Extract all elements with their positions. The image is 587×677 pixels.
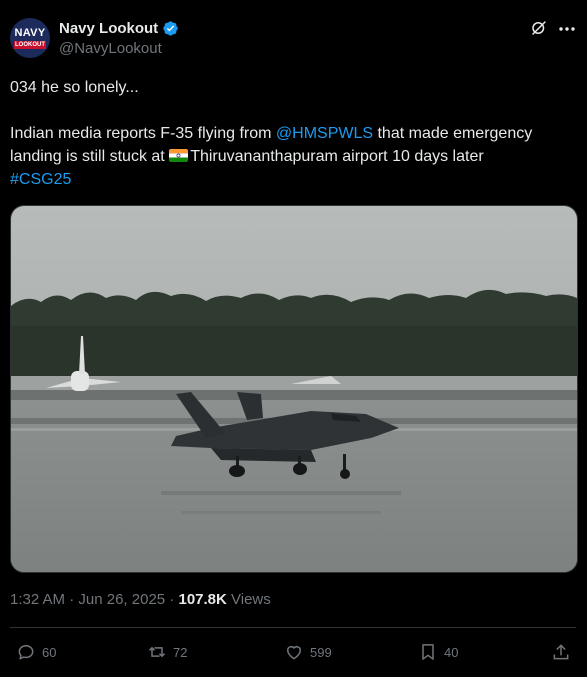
views-label: Views <box>226 591 271 608</box>
mention-link[interactable]: @HMSPWLS <box>276 125 373 142</box>
grok-icon[interactable] <box>530 19 548 37</box>
divider <box>10 627 576 628</box>
like-count: 599 <box>310 644 332 660</box>
share-icon <box>553 644 569 660</box>
tweet-line-2: Indian media reports F-35 flying from @H… <box>10 122 582 168</box>
meta-separator: · <box>165 591 179 608</box>
tweet-text-part: Indian media reports F-35 flying from <box>10 125 276 142</box>
tweet-text-part: Thiruvananthapuram airport 10 days later <box>190 148 484 165</box>
repost-button[interactable]: 72 <box>147 641 187 663</box>
tweet-text: 034 he so lonely... Indian media reports… <box>10 76 582 191</box>
more-options-icon[interactable] <box>558 26 576 32</box>
reply-count: 60 <box>42 644 57 660</box>
repost-icon <box>148 646 166 658</box>
india-flag-icon <box>169 149 189 162</box>
verified-badge-icon <box>163 21 178 36</box>
tweet-date[interactable]: Jun 26, 2025 <box>78 591 165 608</box>
heart-icon <box>287 646 301 660</box>
views-count: 107.8K <box>178 591 227 608</box>
share-button[interactable] <box>551 641 577 663</box>
reply-button[interactable]: 60 <box>16 641 56 663</box>
author-handle[interactable]: @NavyLookout <box>59 40 162 57</box>
bookmark-icon <box>422 644 434 660</box>
bookmark-count: 40 <box>444 644 459 660</box>
avatar[interactable]: NAVY LOOKOUT <box>10 18 50 58</box>
like-button[interactable]: 599 <box>284 641 332 663</box>
repost-count: 72 <box>173 644 188 660</box>
f35-airport-photo <box>11 206 577 572</box>
meta-separator: · <box>65 591 79 608</box>
hashtag-link[interactable]: #CSG25 <box>10 171 71 188</box>
avatar-text-lookout: LOOKOUT <box>14 41 46 49</box>
tweet-meta: 1:32 AM · Jun 26, 2025 · 107.8K Views <box>10 591 271 608</box>
tweet-time[interactable]: 1:32 AM <box>10 591 65 608</box>
bookmark-button[interactable]: 40 <box>418 641 458 663</box>
avatar-text-navy: NAVY <box>14 27 46 39</box>
author-display-name[interactable]: Navy Lookout <box>59 20 158 37</box>
reply-icon <box>18 645 34 660</box>
tweet-line-1: 034 he so lonely... <box>10 79 139 96</box>
tweet-photo[interactable] <box>10 205 578 573</box>
